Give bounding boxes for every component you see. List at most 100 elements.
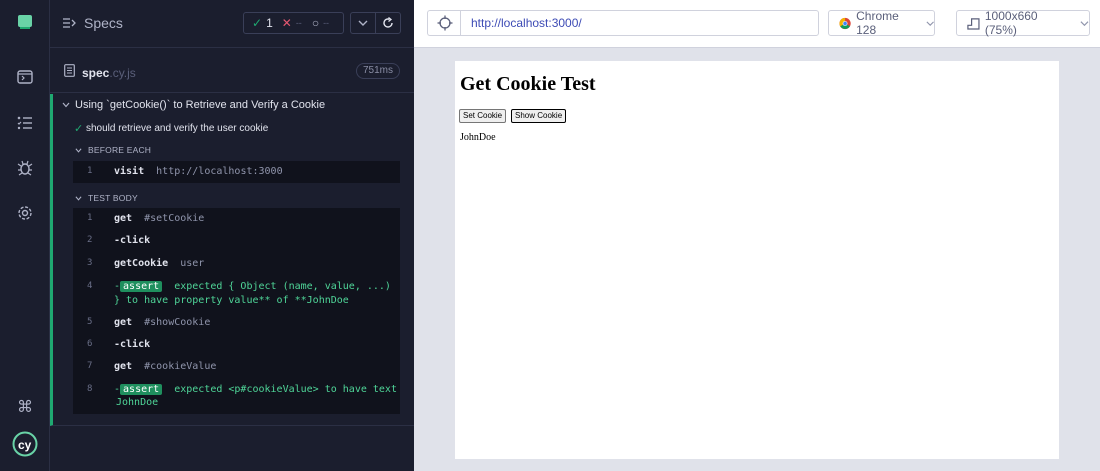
keyboard-shortcuts-icon[interactable]: ⌘	[13, 395, 37, 419]
hook-label-test-body[interactable]: TEST BODY	[88, 193, 138, 203]
file-icon	[64, 64, 75, 77]
settings-gear-icon[interactable]	[13, 201, 37, 225]
page-heading: Get Cookie Test	[460, 73, 596, 95]
assert-row[interactable]: 8 - assert expected <p#cookieValue> to ha…	[73, 379, 400, 413]
refresh-icon	[383, 17, 393, 28]
command-number: 1	[87, 166, 93, 176]
command-number: 2	[87, 235, 93, 245]
assert-line-1: - assert expected <p#cookieValue> to have…	[114, 384, 397, 395]
cypress-runner: ⌘ cy Specs ✓ 1 ✕ -- ○ -- spec.cy.js 751m…	[0, 0, 1100, 471]
command-text: -click	[114, 339, 150, 350]
command-text: -click	[114, 235, 150, 246]
passed-count: 1	[266, 16, 273, 30]
viewport-select[interactable]: 1000x660 (75%)	[956, 9, 1090, 37]
chevron-down-icon	[75, 196, 82, 201]
assert-tag: assert	[120, 384, 163, 395]
command-name: get	[114, 361, 133, 372]
command-text: getCookie user	[114, 258, 204, 269]
debug-nav-icon[interactable]	[13, 156, 37, 180]
assert-message: expected { Object (name, value, ...)	[174, 281, 391, 292]
command-name: get	[114, 213, 133, 224]
command-number: 1	[87, 213, 93, 223]
assert-line-1: - assert expected { Object (name, value, …	[114, 281, 391, 292]
before-each-commands: 1 visit http://localhost:3000	[73, 161, 400, 183]
reporter-header: Specs ✓ 1 ✕ -- ○ --	[50, 0, 414, 48]
app-under-test: Get Cookie Test Set Cookie Show Cookie J…	[455, 61, 1059, 459]
test-title[interactable]: should retrieve and verify the user cook…	[86, 123, 268, 134]
pending-circle-icon: ○	[311, 16, 320, 30]
browser-area: http://localhost:3000/ Chrome 128 1000x6…	[414, 0, 1100, 471]
cypress-logo-icon[interactable]: cy	[12, 431, 38, 457]
assert-row[interactable]: 4 - assert expected { Object (name, value…	[73, 276, 400, 308]
suite-title[interactable]: Using `getCookie()` to Retrieve and Veri…	[75, 99, 325, 111]
command-name: getCookie	[114, 258, 169, 269]
command-name: get	[114, 317, 133, 328]
pending-count: --	[323, 18, 330, 28]
viewport-icon	[967, 17, 980, 30]
svg-text:cy: cy	[18, 438, 32, 452]
command-name: visit	[114, 166, 145, 177]
command-row[interactable]: 7 get #cookieValue	[73, 356, 400, 378]
failed-count: --	[295, 18, 302, 28]
assert-message: expected <p#cookieValue> to have text	[174, 384, 397, 395]
specs-label: Specs	[84, 15, 123, 31]
show-cookie-button[interactable]: Show Cookie	[511, 109, 567, 123]
reporter-panel: Specs ✓ 1 ✕ -- ○ -- spec.cy.js 751ms Usi…	[50, 0, 414, 471]
browser-select[interactable]: Chrome 128	[828, 9, 935, 37]
passed-check-icon: ✓	[252, 16, 263, 30]
command-number: 4	[87, 281, 93, 291]
crosshair-icon	[437, 15, 452, 31]
command-glyph: ⌘	[17, 399, 33, 416]
failed-x-icon: ✕	[281, 16, 292, 30]
command-number: 3	[87, 258, 93, 268]
cookie-value-text: JohnDoe	[460, 132, 496, 143]
command-text: visit http://localhost:3000	[114, 166, 283, 177]
test-stats: ✓ 1 ✕ -- ○ --	[243, 12, 344, 34]
command-number: 5	[87, 317, 93, 327]
command-row[interactable]: 2 -click	[73, 230, 400, 252]
selector-playground-button[interactable]	[427, 10, 461, 36]
chevron-down-icon	[1080, 20, 1089, 26]
command-arg: #setCookie	[144, 213, 205, 224]
command-row[interactable]: 1 get #setCookie	[73, 208, 400, 230]
url-field[interactable]: http://localhost:3000/	[460, 10, 819, 36]
command-row[interactable]: 1 visit http://localhost:3000	[73, 161, 400, 183]
runs-nav-icon[interactable]	[13, 111, 37, 135]
chevron-down-icon	[358, 20, 368, 26]
chrome-icon	[839, 17, 851, 29]
command-row[interactable]: 3 getCookie user	[73, 253, 400, 275]
command-arg: user	[180, 258, 205, 269]
command-name: -click	[114, 339, 151, 350]
test-passed-check-icon: ✓	[74, 123, 84, 135]
auto-scroll-button[interactable]	[350, 12, 376, 34]
hook-label-before-each[interactable]: BEFORE EACH	[88, 145, 151, 155]
command-row[interactable]: 6 -click	[73, 334, 400, 356]
spec-file-name: spec.cy.js	[82, 66, 136, 80]
side-nav: ⌘ cy	[0, 0, 50, 471]
url-bar: http://localhost:3000/ Chrome 128 1000x6…	[414, 0, 1100, 48]
assert-tag: assert	[120, 281, 163, 292]
spec-file-row[interactable]: spec.cy.js 751ms	[50, 49, 414, 93]
spec-name: spec	[82, 66, 110, 80]
command-arg: #showCookie	[144, 317, 211, 328]
set-cookie-button[interactable]: Set Cookie	[459, 109, 507, 123]
command-text: get #setCookie	[114, 213, 204, 224]
test-body-commands: 1 get #setCookie 2 -click 3 getCookie us…	[73, 208, 400, 414]
app-logo-icon[interactable]	[13, 10, 37, 34]
viewport-size: 1000x660 (75%)	[984, 9, 1038, 37]
command-number: 6	[87, 339, 93, 349]
command-arg: http://localhost:3000	[156, 166, 283, 177]
assert-line-2: } to have property value** of **JohnDoe	[114, 295, 349, 306]
specs-nav-icon[interactable]	[13, 65, 37, 89]
specs-list-icon	[63, 18, 76, 28]
duration-badge: 751ms	[355, 63, 400, 79]
command-text: get #showCookie	[114, 317, 210, 328]
assert-line-2: JohnDoe	[116, 397, 159, 408]
chevron-down-icon	[62, 102, 70, 108]
specs-toggle[interactable]: Specs	[62, 15, 123, 31]
command-text: get #cookieValue	[114, 361, 216, 372]
spec-extension: .cy.js	[109, 66, 136, 80]
command-row[interactable]: 5 get #showCookie	[73, 312, 400, 334]
rerun-button[interactable]	[375, 12, 401, 34]
chevron-down-icon	[75, 148, 82, 153]
